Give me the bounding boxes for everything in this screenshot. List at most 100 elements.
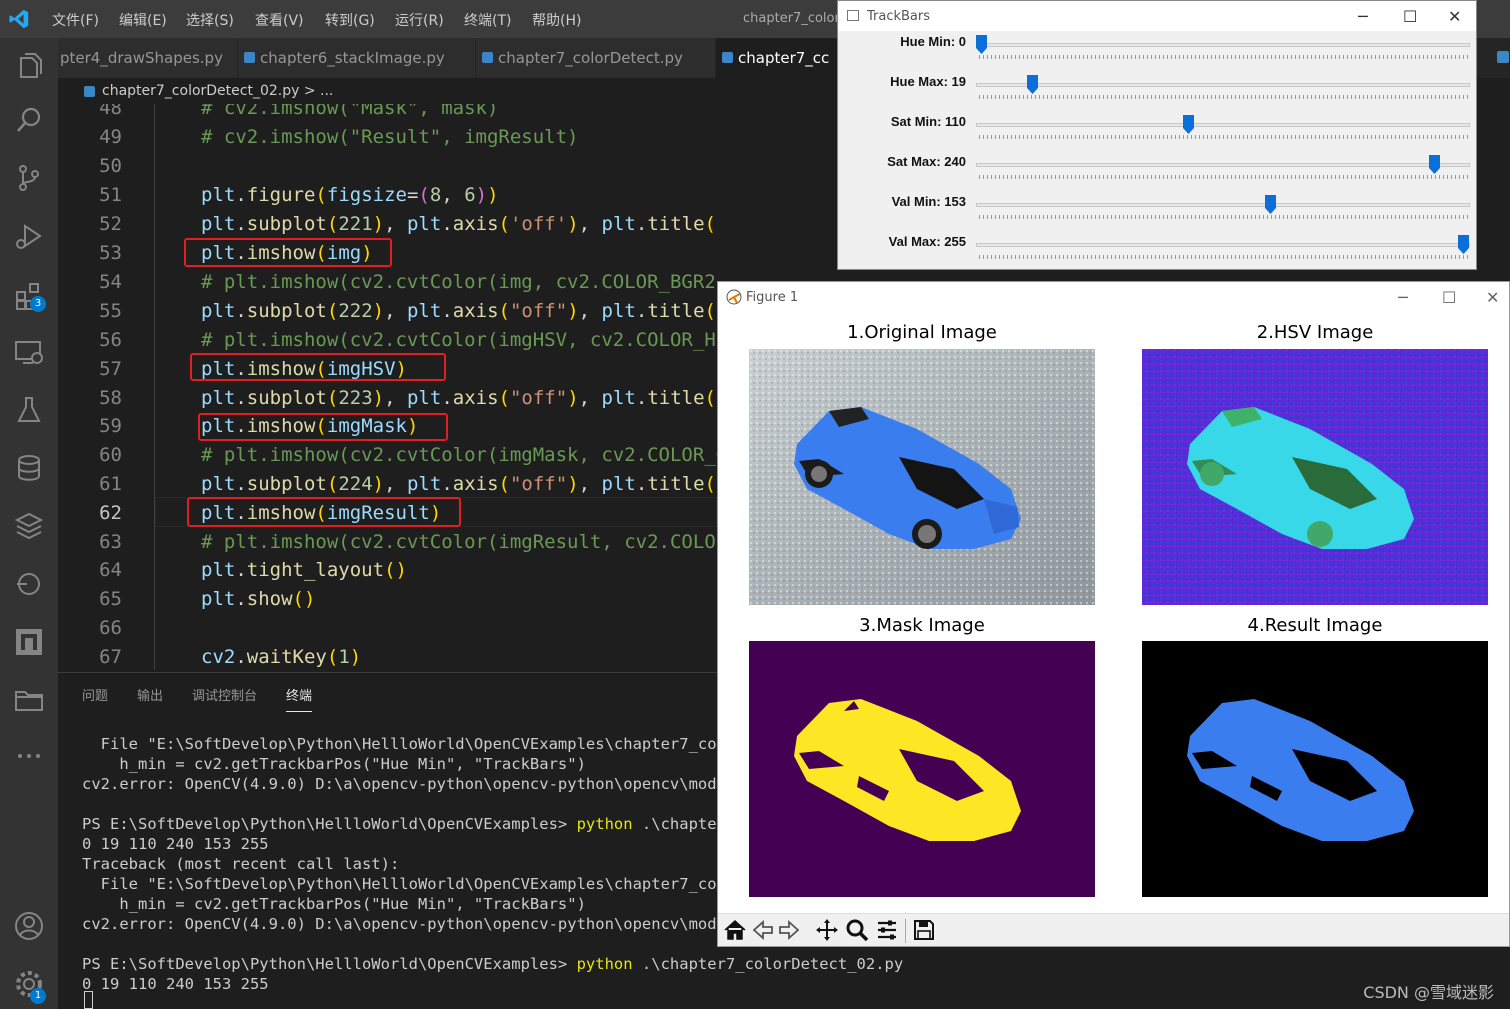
line-number: 55: [99, 300, 122, 322]
minimize-button[interactable]: ─: [1358, 7, 1368, 26]
account-icon[interactable]: [13, 910, 45, 942]
terminal-prompt-line: PS E:\SoftDevelop\Python\HellloWorld\Ope…: [82, 814, 745, 834]
breadcrumb[interactable]: chapter7_colorDetect_02.py > ...: [58, 78, 738, 104]
trackbar-ticks: [979, 95, 1469, 99]
zoom-icon[interactable]: [845, 918, 869, 942]
line-number: 50: [99, 155, 122, 177]
trackbar-ticks: [979, 175, 1469, 179]
menu-run[interactable]: 运行(R): [395, 10, 444, 30]
trackbar-track[interactable]: [976, 203, 1470, 207]
pan-icon[interactable]: [815, 918, 839, 942]
kanban-icon[interactable]: [13, 626, 45, 658]
save-icon[interactable]: [912, 918, 936, 942]
trackbar-label: Val Max: 255: [888, 234, 966, 249]
terminal-line: File "E:\SoftDevelop\Python\HellloWorld\…: [82, 735, 745, 753]
maximize-button[interactable]: ☐: [1442, 288, 1456, 307]
more-icon[interactable]: [13, 740, 45, 772]
tab-terminal[interactable]: 终端: [286, 685, 313, 712]
trackbar-track[interactable]: [976, 43, 1470, 47]
line-number: 61: [99, 473, 122, 495]
tab-output[interactable]: 输出: [137, 685, 163, 704]
terminal-prompt: PS E:\SoftDevelop\Python\HellloWorld\Ope…: [82, 815, 577, 833]
tab-stackimage[interactable]: chapter6_stackImage.py: [238, 38, 476, 78]
terminal-prompt: PS E:\SoftDevelop\Python\HellloWorld\Ope…: [82, 955, 577, 973]
trackbar-thumb[interactable]: [1458, 235, 1469, 254]
tab-label: chapter7_cc: [738, 49, 830, 67]
menu-file[interactable]: 文件(F): [52, 10, 99, 30]
testing-icon[interactable]: [13, 394, 45, 426]
tab-colordetect-02[interactable]: chapter7_cc: [716, 38, 846, 78]
python-file-icon: [482, 52, 493, 63]
configure-subplots-icon[interactable]: [875, 918, 899, 942]
folder-icon[interactable]: [13, 684, 45, 716]
code-line-54: # plt.imshow(cv2.cvtColor(img, cv2.COLOR…: [201, 271, 717, 293]
layers-icon[interactable]: [13, 510, 45, 542]
tab-colordetect[interactable]: chapter7_colorDetect.py: [476, 38, 716, 78]
tab-label: pter4_drawShapes.py: [60, 49, 223, 67]
line-number: 53: [99, 242, 122, 264]
trackbar-track[interactable]: [976, 243, 1470, 247]
tab-problems[interactable]: 问题: [82, 685, 108, 704]
line-number: 59: [99, 415, 122, 437]
tab-debug-console[interactable]: 调试控制台: [192, 685, 257, 704]
terminal-line: 0 19 110 240 153 255: [82, 835, 269, 853]
line-number: 54: [99, 271, 122, 293]
trackbar-label: Sat Max: 240: [887, 154, 966, 169]
line-number: 67: [99, 646, 122, 668]
close-button[interactable]: ✕: [1486, 288, 1499, 307]
forward-icon[interactable]: [777, 918, 801, 942]
terminal-line: h_min = cv2.getTrackbarPos("Hue Min", "T…: [82, 895, 586, 913]
remote-explorer-icon[interactable]: [13, 336, 45, 368]
menu-goto[interactable]: 转到(G): [325, 10, 375, 30]
menu-terminal[interactable]: 终端(T): [464, 10, 511, 30]
subplot-title: 4.Result Image: [1247, 615, 1383, 636]
minimize-button[interactable]: ─: [1398, 288, 1408, 307]
git-graph-icon[interactable]: [13, 568, 45, 600]
line-number-gutter: 48 49 50 51 52 53 54 55 56 57 58 59 60 6…: [58, 104, 154, 670]
home-icon[interactable]: [723, 918, 747, 942]
trackbar-thumb[interactable]: [1026, 75, 1038, 94]
line-number: 49: [99, 126, 122, 148]
code-line-55: plt.subplot(222), plt.axis("off"), plt.t…: [201, 300, 717, 322]
menu-help[interactable]: 帮助(H): [532, 10, 581, 30]
tab-label: chapter6_stackImage.py: [260, 49, 445, 67]
line-number: 58: [99, 387, 122, 409]
trackbar-track[interactable]: [976, 163, 1470, 167]
code-line-63: # plt.imshow(cv2.cvtColor(imgResult, cv2…: [201, 531, 717, 553]
code-editor[interactable]: # cv2.imshow("Mask", mask) # cv2.imshow(…: [155, 104, 717, 670]
close-button[interactable]: ✕: [1448, 7, 1461, 26]
vscode-logo-icon: [9, 9, 29, 29]
menu-edit[interactable]: 编辑(E): [119, 10, 167, 30]
trackbar-thumb[interactable]: [976, 35, 987, 54]
trackbar-track[interactable]: [976, 83, 1470, 87]
trackbar-thumb[interactable]: [1183, 115, 1195, 134]
code-line-60: # plt.imshow(cv2.cvtColor(imgMask, cv2.C…: [201, 444, 717, 466]
database-icon[interactable]: [13, 452, 45, 484]
highlight-box-imghsv: [190, 353, 446, 381]
trackbar-thumb[interactable]: [1429, 155, 1441, 174]
code-line-58: plt.subplot(223), plt.axis("off"), plt.t…: [201, 387, 717, 409]
trackbars-title: TrackBars: [867, 9, 931, 24]
tab-drawshapes[interactable]: pter4_drawShapes.py: [58, 38, 238, 78]
menu-view[interactable]: 查看(V): [255, 10, 304, 30]
original-image: [749, 349, 1095, 605]
run-debug-icon[interactable]: [13, 220, 45, 252]
terminal-cursor[interactable]: [84, 991, 93, 1009]
line-number: 60: [99, 444, 122, 466]
source-control-icon[interactable]: [13, 162, 45, 194]
trackbars-window: TrackBars ─ ☐ ✕ Hue Min: 0 Hue Max: 19 Sat…: [837, 0, 1477, 270]
back-icon[interactable]: [751, 918, 775, 942]
subplot-title: 1.Original Image: [847, 322, 997, 343]
breadcrumb-text: chapter7_colorDetect_02.py > ...: [102, 83, 334, 99]
highlight-box-img: [184, 238, 392, 267]
figure-titlebar[interactable]: Figure 1 ─ ☐ ✕: [718, 282, 1509, 312]
menu-selection[interactable]: 选择(S): [186, 10, 234, 30]
trackbar-track[interactable]: [976, 123, 1470, 127]
maximize-button[interactable]: ☐: [1403, 7, 1417, 26]
trackbar-thumb[interactable]: [1265, 195, 1277, 214]
explorer-icon[interactable]: [13, 50, 45, 82]
trackbars-titlebar[interactable]: TrackBars ─ ☐ ✕: [838, 1, 1476, 31]
search-icon[interactable]: [13, 104, 45, 136]
code-line-48: # cv2.imshow("Mask", mask): [201, 104, 499, 119]
terminal-line: cv2.error: OpenCV(4.9.0) D:\a\opencv-pyt…: [82, 915, 745, 933]
